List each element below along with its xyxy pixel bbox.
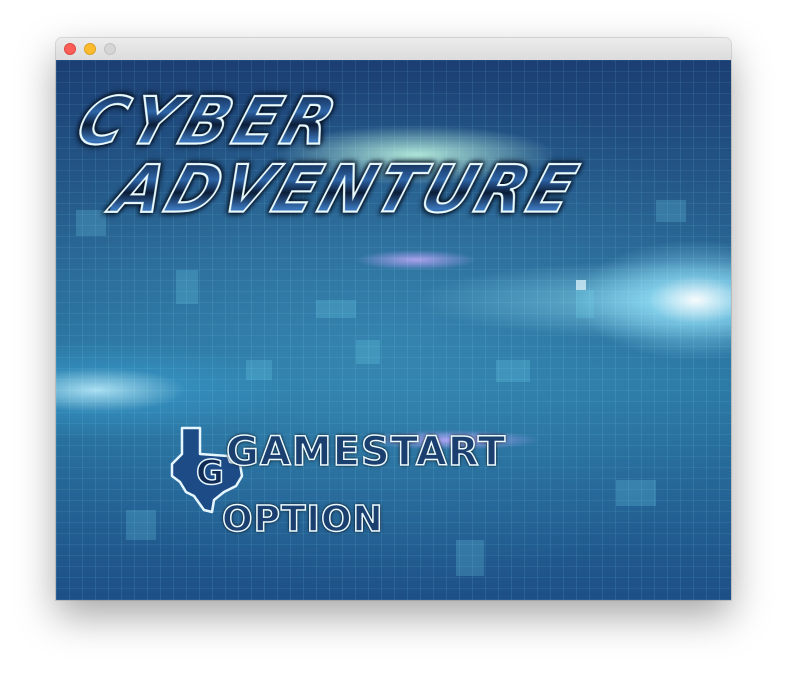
bg-pixel-block <box>176 270 198 304</box>
bg-pixel-block <box>576 290 594 318</box>
bg-pixel-block <box>126 510 156 540</box>
maximize-button[interactable] <box>104 43 116 55</box>
bg-pixel-block <box>246 360 272 380</box>
bg-pixel-block <box>76 210 106 236</box>
menu-item-option[interactable]: OPTION <box>221 499 384 541</box>
bg-pixel-block <box>496 360 530 382</box>
title-bar <box>56 38 731 61</box>
bg-pixel-block <box>656 200 686 222</box>
bg-pixel-block <box>616 480 656 506</box>
bg-pixel-block <box>356 340 380 364</box>
svg-text:G: G <box>196 453 224 493</box>
bg-pixel-block <box>576 280 586 290</box>
game-logo-line-1: CYBER <box>67 82 352 161</box>
app-window: CYBER ADVENTURE G GAMESTART OPTION <box>56 38 731 600</box>
bg-pixel-block <box>316 300 356 318</box>
close-button[interactable] <box>64 43 76 55</box>
menu-item-gamestart[interactable]: GAMESTART <box>225 429 506 475</box>
game-logo-line-2: ADVENTURE <box>103 150 590 229</box>
game-screen[interactable]: CYBER ADVENTURE G GAMESTART OPTION <box>56 60 731 600</box>
bg-pixel-block <box>456 540 484 576</box>
minimize-button[interactable] <box>84 43 96 55</box>
